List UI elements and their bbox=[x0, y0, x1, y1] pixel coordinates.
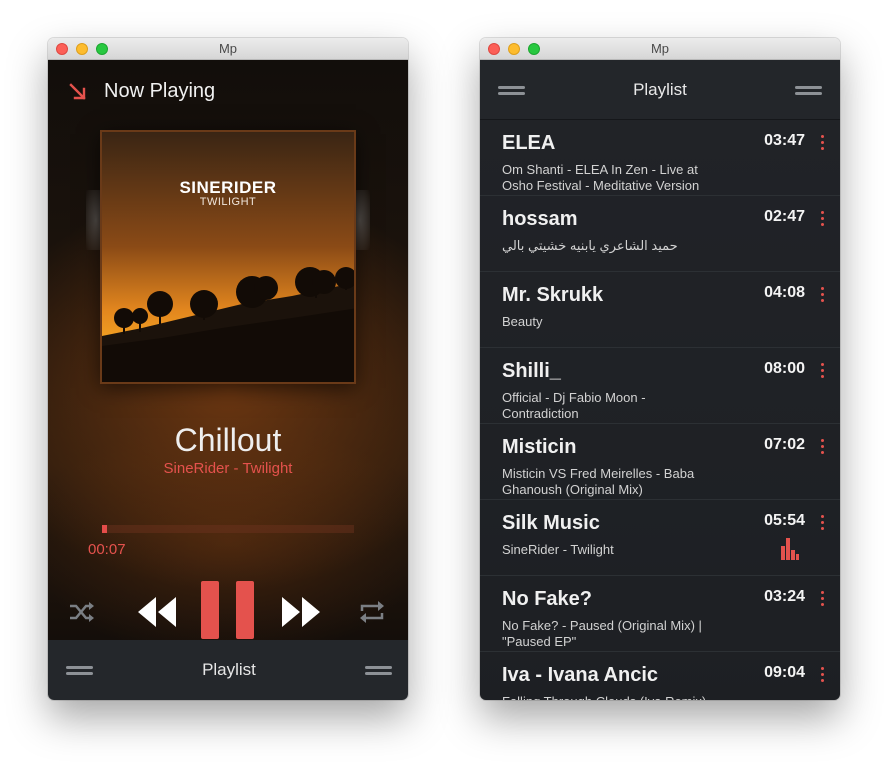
playlist-item[interactable]: Shilli_ Official - Dj Fabio Moon - Contra… bbox=[480, 348, 840, 424]
window-controls bbox=[56, 43, 108, 55]
track-title: Iva - Ivana Ancic bbox=[502, 664, 658, 686]
menu-right-icon[interactable] bbox=[364, 664, 392, 676]
minimize-window-button[interactable] bbox=[76, 43, 88, 55]
track-duration: 03:24 bbox=[764, 588, 805, 605]
track-duration: 05:54 bbox=[764, 512, 805, 529]
collapse-arrow-icon[interactable] bbox=[68, 82, 88, 102]
track-title: ELEA bbox=[502, 132, 556, 154]
minimize-window-button[interactable] bbox=[508, 43, 520, 55]
window-titlebar[interactable]: Mp bbox=[480, 38, 840, 60]
shuffle-button[interactable] bbox=[68, 600, 96, 624]
playlist-item[interactable]: No Fake? No Fake? - Paused (Original Mix)… bbox=[480, 576, 840, 652]
close-window-button[interactable] bbox=[56, 43, 68, 55]
playlist-item[interactable]: ELEA Om Shanti - ELEA In Zen - Live at Os… bbox=[480, 120, 840, 196]
now-playing-view: Now Playing SINERIDER TWILIGHT Chillout … bbox=[48, 60, 408, 640]
playlist-item[interactable]: Silk Music SineRider - Twilight 05:54 bbox=[480, 500, 840, 576]
album-art: SINERIDER TWILIGHT bbox=[100, 130, 356, 384]
window-title: Mp bbox=[650, 41, 670, 56]
fast-forward-icon bbox=[282, 597, 320, 627]
track-title: Shilli_ bbox=[502, 360, 561, 382]
track-subtitle: Official - Dj Fabio Moon - Contradiction bbox=[502, 390, 646, 421]
rewind-button[interactable] bbox=[136, 595, 178, 629]
more-options-icon[interactable] bbox=[820, 439, 824, 457]
shuffle-icon bbox=[70, 602, 94, 622]
window-controls bbox=[488, 43, 540, 55]
pause-icon bbox=[201, 581, 254, 639]
track-title: Silk Music bbox=[502, 512, 600, 534]
more-options-icon[interactable] bbox=[820, 515, 824, 533]
more-options-icon[interactable] bbox=[820, 211, 824, 229]
track-subtitle: Beauty bbox=[502, 314, 543, 329]
playlist-list[interactable]: ELEA Om Shanti - ELEA In Zen - Live at Os… bbox=[480, 120, 840, 700]
playlist-view: Playlist ELEA Om Shanti - ELEA In Zen - L… bbox=[480, 60, 840, 700]
now-playing-window: Mp Now Playing SINERIDER TWILIGHT Chillo… bbox=[48, 38, 408, 700]
track-subtitle: Om Shanti - ELEA In Zen - Live at Osho F… bbox=[502, 162, 700, 193]
album-art-image bbox=[102, 132, 354, 382]
maximize-window-button[interactable] bbox=[528, 43, 540, 55]
album-brand-text: SINERIDER bbox=[179, 178, 277, 197]
track-duration: 07:02 bbox=[764, 436, 805, 453]
progress-bar[interactable] bbox=[102, 525, 354, 533]
progress-fill bbox=[102, 525, 108, 533]
menu-right-icon[interactable] bbox=[794, 84, 822, 96]
maximize-window-button[interactable] bbox=[96, 43, 108, 55]
menu-left-icon[interactable] bbox=[66, 664, 93, 676]
elapsed-time: 00:07 bbox=[88, 541, 126, 558]
playlist-header: Playlist bbox=[480, 60, 840, 120]
track-subtitle: حميد الشاعري يابنيه خشيتي بالي bbox=[502, 238, 678, 253]
playlist-toggle-bar[interactable]: Playlist bbox=[48, 640, 408, 700]
now-playing-title: Now Playing bbox=[104, 80, 216, 102]
track-subtitle: Falling Through Clouds (Iva Remix) bbox=[502, 694, 717, 700]
window-titlebar[interactable]: Mp bbox=[48, 38, 408, 60]
more-options-icon[interactable] bbox=[820, 135, 824, 153]
track-title: Chillout bbox=[174, 422, 282, 458]
playback-controls bbox=[48, 580, 408, 640]
more-options-icon[interactable] bbox=[820, 363, 824, 381]
window-title: Mp bbox=[218, 41, 238, 56]
now-playing-header: Now Playing bbox=[68, 80, 215, 103]
playlist-item[interactable]: Iva - Ivana Ancic Falling Through Clouds … bbox=[480, 652, 840, 700]
repeat-button[interactable] bbox=[358, 600, 386, 624]
close-window-button[interactable] bbox=[488, 43, 500, 55]
track-subtitle: No Fake? - Paused (Original Mix) | "Paus… bbox=[502, 618, 702, 649]
track-title: Mr. Skrukk bbox=[502, 284, 604, 306]
playlist-title: Playlist bbox=[633, 79, 687, 99]
track-duration: 08:00 bbox=[764, 360, 805, 377]
track-title: Misticin bbox=[502, 436, 577, 458]
playlist-item[interactable]: Misticin Misticin VS Fred Meirelles - Bab… bbox=[480, 424, 840, 500]
track-duration: 04:08 bbox=[764, 284, 805, 301]
playlist-item[interactable]: Mr. Skrukk Beauty 04:08 bbox=[480, 272, 840, 348]
playlist-window: Mp Playlist ELEA Om Shanti - ELEA In Zen … bbox=[480, 38, 840, 700]
more-options-icon[interactable] bbox=[820, 287, 824, 305]
track-artist: SineRider - Twilight bbox=[163, 460, 293, 477]
pause-button[interactable] bbox=[200, 580, 256, 640]
album-subtitle-text: TWILIGHT bbox=[199, 196, 257, 208]
repeat-icon bbox=[360, 601, 384, 623]
track-title: hossam bbox=[502, 208, 578, 230]
menu-left-icon[interactable] bbox=[498, 84, 525, 96]
now-playing-equalizer-icon bbox=[781, 538, 799, 560]
track-duration: 02:47 bbox=[764, 208, 805, 225]
track-duration: 09:04 bbox=[764, 664, 805, 681]
fast-forward-button[interactable] bbox=[280, 595, 322, 629]
rewind-icon bbox=[138, 597, 176, 627]
track-title: No Fake? bbox=[502, 588, 593, 610]
playlist-toggle-label[interactable]: Playlist bbox=[202, 660, 256, 680]
more-options-icon[interactable] bbox=[820, 591, 824, 609]
playlist-item[interactable]: hossam حميد الشاعري يابنيه خشيتي بالي 02:4… bbox=[480, 196, 840, 272]
track-subtitle: Misticin VS Fred Meirelles - Baba Ghanou… bbox=[502, 466, 695, 497]
track-duration: 03:47 bbox=[764, 132, 805, 149]
more-options-icon[interactable] bbox=[820, 667, 824, 685]
track-subtitle: SineRider - Twilight bbox=[502, 542, 614, 557]
